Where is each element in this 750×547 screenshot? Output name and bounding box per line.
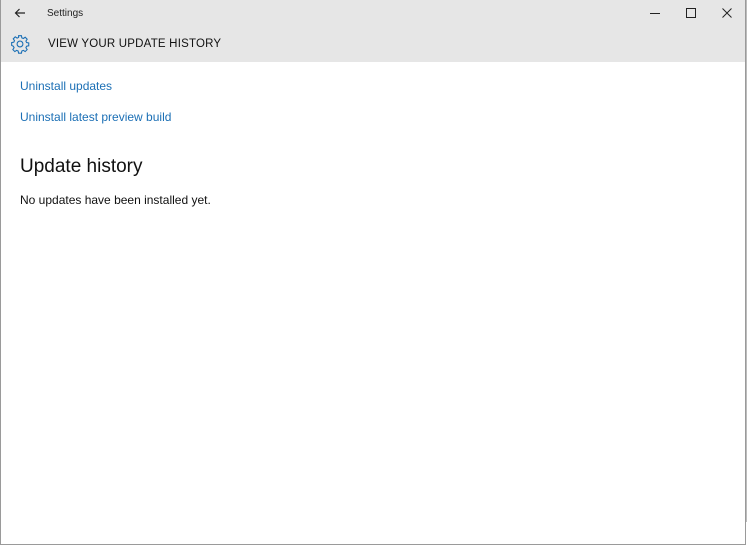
uninstall-updates-link[interactable]: Uninstall updates xyxy=(20,79,112,93)
maximize-icon xyxy=(686,8,696,18)
window-title: Settings xyxy=(47,7,84,19)
maximize-button[interactable] xyxy=(673,0,709,26)
page-title: VIEW YOUR UPDATE HISTORY xyxy=(48,38,222,50)
update-history-status: No updates have been installed yet. xyxy=(20,193,211,207)
arrow-left-icon xyxy=(14,8,25,18)
close-button[interactable] xyxy=(709,0,745,26)
window-right-edge xyxy=(746,0,750,547)
minimize-icon xyxy=(650,13,660,14)
minimize-button[interactable] xyxy=(637,0,673,26)
uninstall-preview-build-link[interactable]: Uninstall latest preview build xyxy=(20,110,171,124)
update-history-heading: Update history xyxy=(20,156,143,177)
gear-icon xyxy=(11,35,30,54)
title-bar: Settings xyxy=(1,0,745,26)
back-button[interactable] xyxy=(1,0,39,26)
settings-window: Settings VIEW YOUR UPDATE HISTORY Uninst… xyxy=(0,0,746,545)
close-icon xyxy=(722,8,732,18)
page-header: VIEW YOUR UPDATE HISTORY xyxy=(1,26,745,62)
window-controls xyxy=(637,0,745,26)
